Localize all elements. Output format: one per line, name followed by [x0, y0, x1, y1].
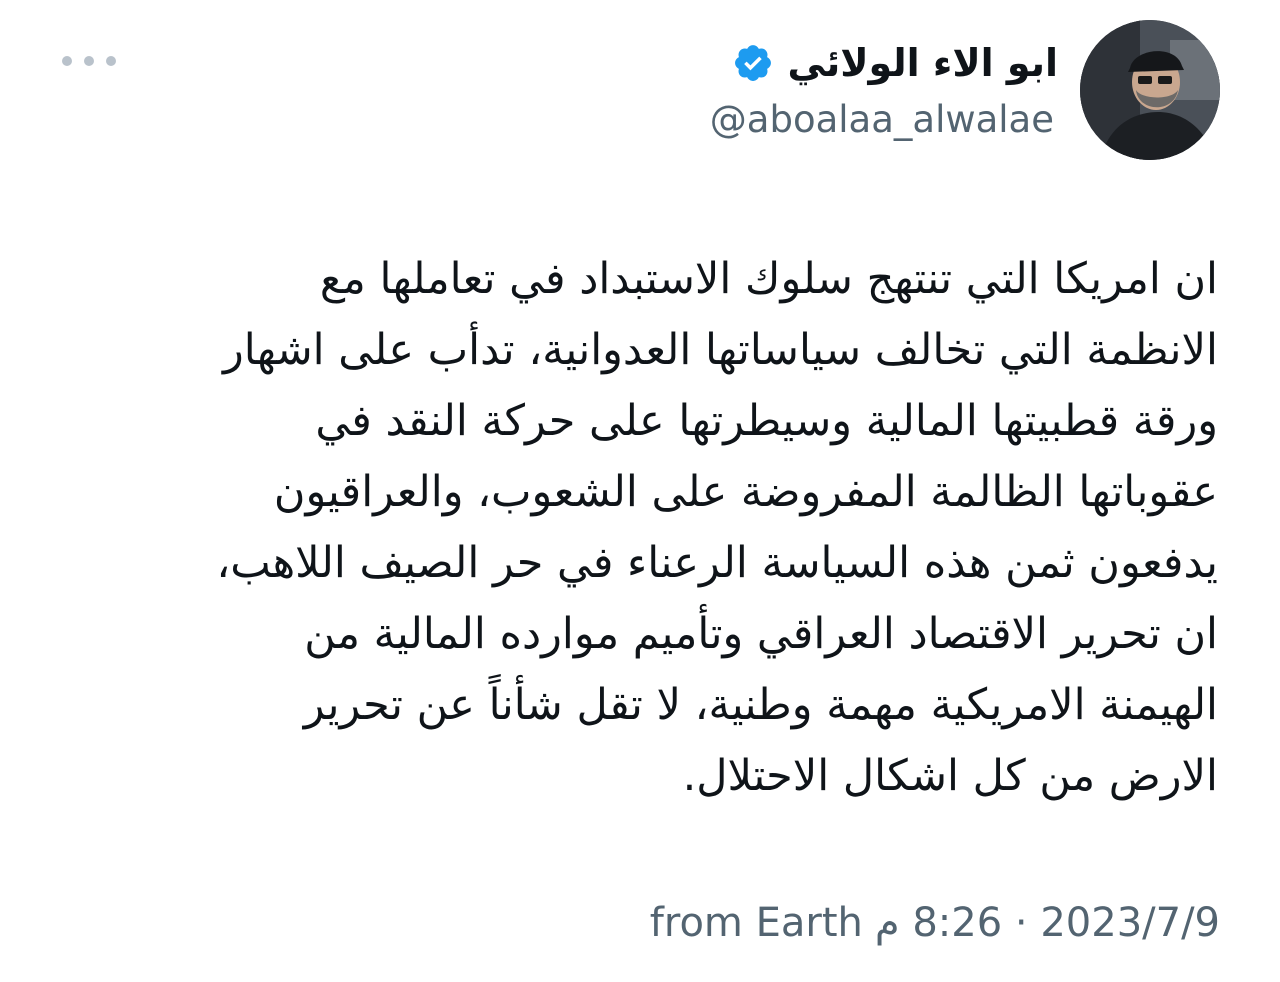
tweet-date[interactable]: 2023/7/9 [1040, 900, 1220, 946]
tweet-meta: from Earth 8:26 م · 2023/7/9 [650, 900, 1220, 946]
tweet-line: الارض من كل اشكال الاحتلال. [682, 751, 1218, 801]
tweet-line: ان امريكا التي تنتهج سلوك الاستبداد في ت… [319, 254, 1218, 304]
tweet-time-text: 8:26 م [874, 900, 1003, 946]
verified-badge-icon [732, 42, 774, 84]
dot [106, 56, 116, 66]
avatar[interactable] [1080, 20, 1220, 160]
tweet-card: ابو الاء الولائي @aboalaa_alwalae ان امر… [0, 0, 1280, 982]
name-row: ابو الاء الولائي [732, 32, 1058, 94]
tweet-line: ان تحرير الاقتصاد العراقي وتأميم موارده … [304, 609, 1218, 659]
tweet-line: ورقة قطبيتها المالية وسيطرتها على حركة ا… [315, 396, 1218, 446]
meta-separator: · [1002, 900, 1041, 946]
user-handle[interactable]: @aboalaa_alwalae [710, 98, 1054, 141]
dot [84, 56, 94, 66]
tweet-line: عقوباتها الظالمة المفروضة على الشعوب، وا… [273, 467, 1218, 517]
dot [62, 56, 72, 66]
more-dots-icon[interactable] [62, 48, 116, 74]
tweet-line: الانظمة التي تخالف سياساتها العدوانية، ت… [222, 325, 1218, 375]
tweet-line: الهيمنة الامريكية مهمة وطنية، لا تقل شأن… [303, 680, 1218, 730]
tweet-source: from Earth [649, 900, 863, 946]
tweet-time[interactable]: 8:26 م [863, 900, 1002, 946]
avatar-image [1080, 20, 1220, 160]
tweet-line: يدفعون ثمن هذه السياسة الرعناء في حر الص… [216, 538, 1218, 588]
display-name[interactable]: ابو الاء الولائي [788, 41, 1058, 85]
tweet-text: ان امريكا التي تنتهج سلوك الاستبداد في ت… [58, 244, 1218, 812]
